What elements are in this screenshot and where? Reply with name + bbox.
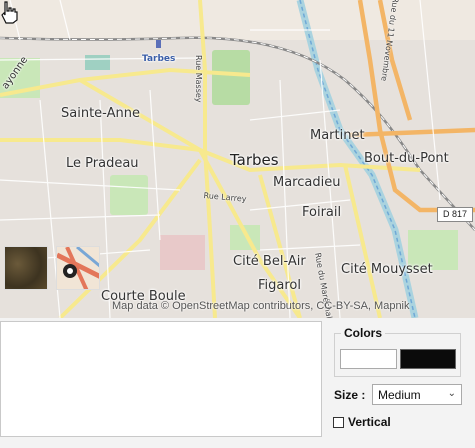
colors-label: Colors <box>341 326 386 340</box>
map-view[interactable]: Tarbes ayonne Sainte-Anne Le Pradeau Tar… <box>0 0 475 318</box>
road-rue-massey: Rue Massey <box>194 55 203 103</box>
satellite-layer-button[interactable] <box>4 246 48 290</box>
foreground-color-swatch[interactable] <box>340 349 397 369</box>
colors-group: Colors <box>334 326 461 377</box>
place-bout-du-pont: Bout-du-Pont <box>364 151 449 166</box>
place-marcadieu: Marcadieu <box>273 175 341 190</box>
preview-panel <box>0 321 322 437</box>
station-label: Tarbes <box>142 54 176 64</box>
size-label: Size : <box>334 388 366 402</box>
place-figarol: Figarol <box>258 278 301 293</box>
map-attribution: Map data © OpenStreetMap contributors, C… <box>112 300 410 312</box>
chevron-down-icon: ⌄ <box>447 388 456 399</box>
vertical-label: Vertical <box>348 415 391 429</box>
size-select[interactable]: Medium ⌄ <box>372 384 462 405</box>
osm-layer-button[interactable] <box>56 246 100 290</box>
road-shield-d817: D 817 <box>437 207 474 222</box>
vertical-toggle[interactable]: Vertical <box>333 415 391 429</box>
background-color-swatch[interactable] <box>400 349 456 369</box>
place-cite-mouysset: Cité Mouysset <box>341 262 433 277</box>
hand-cursor-icon <box>1 1 18 24</box>
osm-tile-icon <box>57 247 99 289</box>
place-le-pradeau: Le Pradeau <box>66 156 139 171</box>
options-panel: Colors Size : Medium ⌄ Vertical <box>326 318 475 448</box>
place-cite-bel-air: Cité Bel-Air <box>233 254 306 269</box>
place-tarbes: Tarbes <box>230 151 279 169</box>
place-foirail: Foirail <box>302 205 342 220</box>
place-sainte-anne: Sainte-Anne <box>61 106 140 121</box>
place-martinet: Martinet <box>310 128 365 143</box>
vertical-checkbox[interactable] <box>333 416 344 428</box>
size-select-value: Medium <box>378 388 421 402</box>
